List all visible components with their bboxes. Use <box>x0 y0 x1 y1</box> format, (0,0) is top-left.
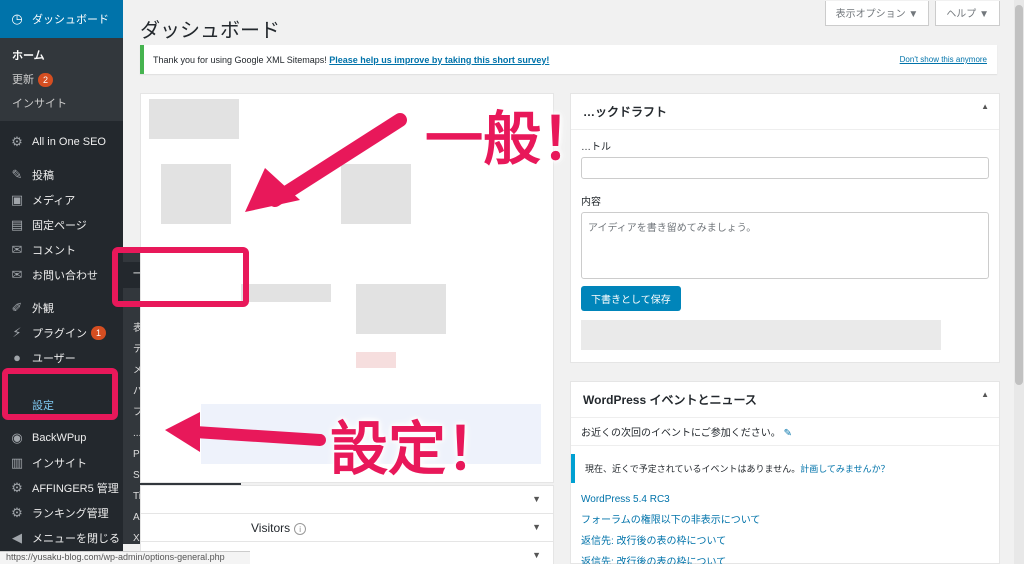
arrow-to-general-line <box>268 113 407 207</box>
arrow-to-settings-head <box>165 412 200 452</box>
annotation-settings: 設定！ <box>330 415 505 483</box>
arrow-to-settings-line <box>189 426 326 446</box>
highlight-settings-box <box>2 368 118 420</box>
highlight-general-box <box>112 247 249 307</box>
annotation-general: 一般！ <box>425 105 600 173</box>
